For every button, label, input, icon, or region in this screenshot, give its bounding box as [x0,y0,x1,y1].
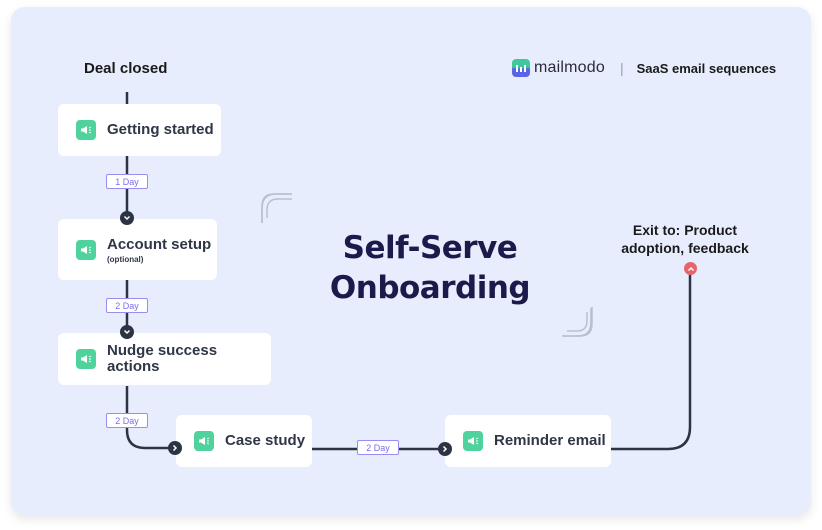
step-text: Account setup (optional) [107,236,211,264]
exit-label-line-2: adoption, feedback [621,240,749,256]
chevron-up-icon [684,262,697,275]
corner-bracket-bottom-right-inner [567,312,588,332]
brand-separator: | [619,60,624,76]
step-node-case-study[interactable]: Case study [176,415,312,467]
megaphone-icon [76,120,96,140]
step-node-account-setup[interactable]: Account setup (optional) [58,219,217,280]
title-line-1: Self-Serve [342,230,518,266]
brand-header: mailmodo | SaaS email sequences [512,58,776,78]
step-label: Getting started [107,120,214,138]
step-sublabel: (optional) [107,254,144,264]
exit-label-line-1: Exit to: Product [632,222,738,238]
megaphone-icon [194,431,214,451]
delay-pill-2: 2 Day [106,298,148,313]
step-node-nudge-success-actions[interactable]: Nudge success actions [58,333,271,385]
megaphone-icon [76,349,96,369]
delay-pill-1: 1 Day [106,174,148,189]
step-label: Case study [225,431,306,449]
brand-tagline: SaaS email sequences [636,60,777,76]
exit-label: Exit to: Product adoption, feedback [614,221,756,257]
brand-name: mailmodo [534,59,605,76]
diagram-title: Self-Serve Onboarding [320,228,540,308]
step-label: Reminder email [494,431,606,449]
megaphone-icon [76,239,96,260]
start-label: Deal closed [84,60,168,77]
step-node-reminder-email[interactable]: Reminder email [445,415,611,467]
chevron-down-icon [120,211,134,225]
chevron-down-icon [120,325,134,339]
step-label: Account setup [107,235,212,253]
delay-pill-3: 2 Day [106,413,148,428]
step-label: Nudge success actions [107,341,218,375]
mailmodo-logo-icon [512,59,530,77]
corner-bracket-top-left-inner [266,198,292,218]
megaphone-icon [463,431,483,451]
title-line-2: Onboarding [329,270,531,306]
chevron-right-icon [168,441,182,455]
delay-pill-4: 2 Day [357,440,399,455]
step-node-getting-started[interactable]: Getting started [58,104,221,156]
chevron-right-icon [438,442,452,456]
